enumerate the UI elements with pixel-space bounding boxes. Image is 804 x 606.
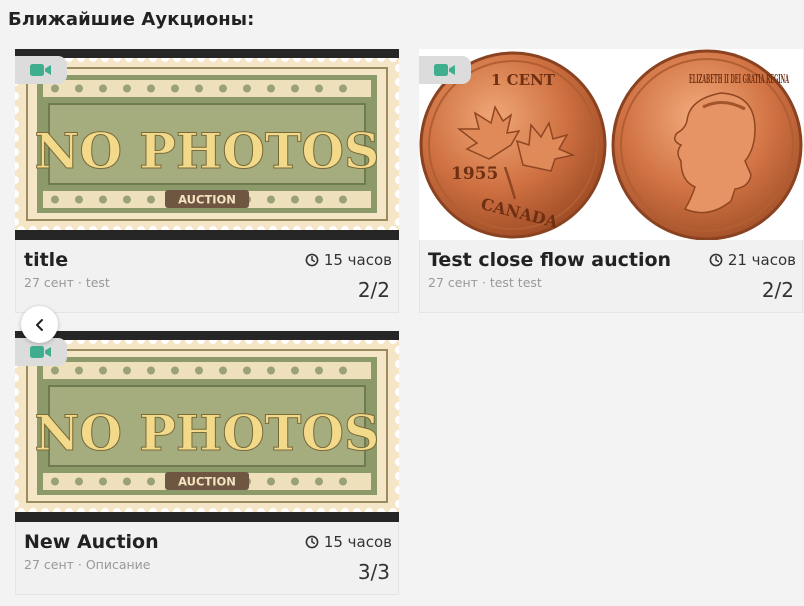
auction-image: 1 CENT 1955 CANADA ELIZABETH II DEI GRAT… [419,49,803,240]
video-camera-icon [30,64,51,76]
auction-time-label: 15 часов [323,251,392,269]
auction-time-label: 15 часов [323,533,392,551]
back-button[interactable] [21,306,58,343]
auction-ribbon-text: AUCTION [178,475,236,489]
coin-year: 1955 [451,164,498,184]
video-camera-icon [434,64,455,76]
chevron-left-icon [35,318,43,331]
clock-icon [305,253,319,267]
video-camera-badge [15,56,67,84]
auction-card[interactable]: NO PHOTOS AUCTION New Auction 15 часов 2… [15,331,399,595]
auction-time-label: 21 часов [727,251,796,269]
clock-icon [709,253,723,267]
auction-time: 15 часов [305,251,392,269]
lot-count: 3/3 [357,560,390,584]
auction-title: title [24,249,69,271]
auction-time: 15 часов [305,533,392,551]
placeholder-text: NO PHOTOS [35,404,380,462]
clock-icon [305,535,319,549]
lot-count: 2/2 [761,278,794,302]
no-photos-placeholder: NO PHOTOS AUCTION [15,58,399,230]
auction-card[interactable]: 1 CENT 1955 CANADA ELIZABETH II DEI GRAT… [419,49,803,313]
auction-image: NO PHOTOS AUCTION [15,331,399,522]
auction-meta: 27 сент · test [24,275,110,290]
section-title: Ближайшие Аукционы: [8,9,255,30]
auction-card[interactable]: NO PHOTOS AUCTION title 15 часов 27 сент… [15,49,399,313]
lot-count: 2/2 [357,278,390,302]
coin-denomination: 1 CENT [491,71,556,89]
auction-title: New Auction [24,531,159,553]
auction-ribbon-text: AUCTION [178,193,236,207]
video-camera-icon [30,346,51,358]
placeholder-text: NO PHOTOS [35,122,380,180]
coin-legend: ELIZABETH II DEI GRATIA REGINA [689,72,789,86]
auction-time: 21 часов [709,251,796,269]
coin-photo: 1 CENT 1955 CANADA ELIZABETH II DEI GRAT… [419,49,803,240]
auction-meta: 27 сент · test test [428,275,542,290]
auction-meta: 27 сент · Описание [24,557,151,572]
no-photos-placeholder: NO PHOTOS AUCTION [15,340,399,512]
video-camera-badge [419,56,471,84]
auction-title: Test close flow auction [428,249,672,271]
auction-image: NO PHOTOS AUCTION [15,49,399,240]
